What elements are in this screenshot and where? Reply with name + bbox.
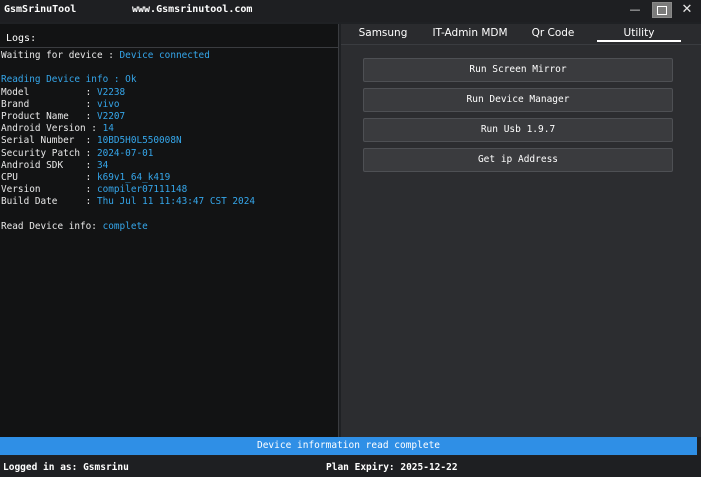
log-value: compiler07111148 xyxy=(96,184,188,196)
log-value: V2207 xyxy=(96,110,126,122)
tab-bar: Samsung IT-Admin MDM Qr Code Utility xyxy=(341,24,701,44)
log-label: Android Version : xyxy=(1,123,103,135)
log-value: 10BD5H0L550008N xyxy=(96,135,182,147)
run-device-manager-button[interactable]: Run Device Manager xyxy=(363,88,673,112)
tool-panel: Samsung IT-Admin MDM Qr Code Utility Run… xyxy=(341,24,701,437)
footer: Logged in as: Gsmsrinu Plan Expiry: 2025… xyxy=(0,456,701,477)
log-label: CPU : xyxy=(1,171,97,183)
log-value: 2024-07-01 xyxy=(96,147,154,159)
log-line: Serial Number : 10BD5H0L550008N xyxy=(1,135,337,147)
log-label: Android SDK : xyxy=(1,159,97,171)
log-line: Version : compiler07111148 xyxy=(1,184,337,196)
status-bar: Device information read complete xyxy=(0,437,697,455)
log-line: Product Name : V2207 xyxy=(1,111,337,123)
log-label: Read Device info: xyxy=(1,220,103,232)
log-value: Device connected xyxy=(119,50,210,61)
close-icon[interactable]: ✕ xyxy=(678,2,696,18)
app-title: GsmSrinuTool xyxy=(4,4,77,15)
log-value: 34 xyxy=(96,159,109,171)
log-label: Brand : xyxy=(1,98,97,110)
tab-samsung[interactable]: Samsung xyxy=(351,27,415,39)
log-label: Build Date : xyxy=(1,196,97,208)
utility-tab-content: Run Screen Mirror Run Device Manager Run… xyxy=(341,44,701,437)
app-url[interactable]: www.Gsmsrinutool.com xyxy=(132,4,252,15)
logs-header: Logs: xyxy=(6,33,37,44)
run-screen-mirror-button[interactable]: Run Screen Mirror xyxy=(363,58,673,82)
tab-utility[interactable]: Utility xyxy=(597,27,681,39)
log-label: Serial Number : xyxy=(1,135,97,147)
tab-qr-code[interactable]: Qr Code xyxy=(525,27,581,39)
log-line: Model : V2238 xyxy=(1,87,337,99)
log-label: Model : xyxy=(1,86,97,98)
active-tab-indicator xyxy=(597,40,681,42)
log-output[interactable]: Waiting for device : Device connected Rea… xyxy=(1,50,337,233)
plan-expiry: Plan Expiry: 2025-12-22 xyxy=(326,462,458,473)
log-line: CPU : k69v1_64_k419 xyxy=(1,172,337,184)
maximize-icon[interactable] xyxy=(652,2,672,18)
logged-in-user: Logged in as: Gsmsrinu xyxy=(3,462,129,473)
logs-panel: Logs: Waiting for device : Device connec… xyxy=(0,24,339,437)
log-value: k69v1_64_k419 xyxy=(96,171,171,183)
log-line: Reading Device info : Ok xyxy=(1,74,337,86)
get-ip-address-button[interactable]: Get ip Address xyxy=(363,148,673,172)
log-value: vivo xyxy=(96,98,120,110)
log-value: 14 xyxy=(102,123,114,135)
log-label: Version : xyxy=(1,184,97,196)
minimize-icon[interactable]: — xyxy=(626,2,644,18)
run-usb-button[interactable]: Run Usb 1.9.7 xyxy=(363,118,673,142)
log-line: Android Version : 14 xyxy=(1,123,337,135)
log-line: Read Device info: complete xyxy=(1,221,337,233)
log-line: Waiting for device : Device connected xyxy=(1,50,337,62)
title-bar: GsmSrinuTool www.Gsmsrinutool.com — ✕ xyxy=(0,0,701,22)
log-line: Build Date : Thu Jul 11 11:43:47 CST 202… xyxy=(1,196,337,208)
log-value: Thu Jul 11 11:43:47 CST 2024 xyxy=(96,196,255,208)
log-label: Security Patch : xyxy=(1,147,97,159)
log-line: Android SDK : 34 xyxy=(1,160,337,172)
log-label: Product Name : xyxy=(1,110,97,122)
log-value: complete xyxy=(102,220,148,232)
log-label: Waiting for device : xyxy=(1,50,120,61)
logs-header-divider xyxy=(0,47,339,48)
log-line: Brand : vivo xyxy=(1,99,337,111)
log-line: Security Patch : 2024-07-01 xyxy=(1,148,337,160)
log-value: V2238 xyxy=(96,86,126,98)
log-value: Reading Device info : Ok xyxy=(1,74,137,86)
tab-it-admin-mdm[interactable]: IT-Admin MDM xyxy=(425,27,515,39)
